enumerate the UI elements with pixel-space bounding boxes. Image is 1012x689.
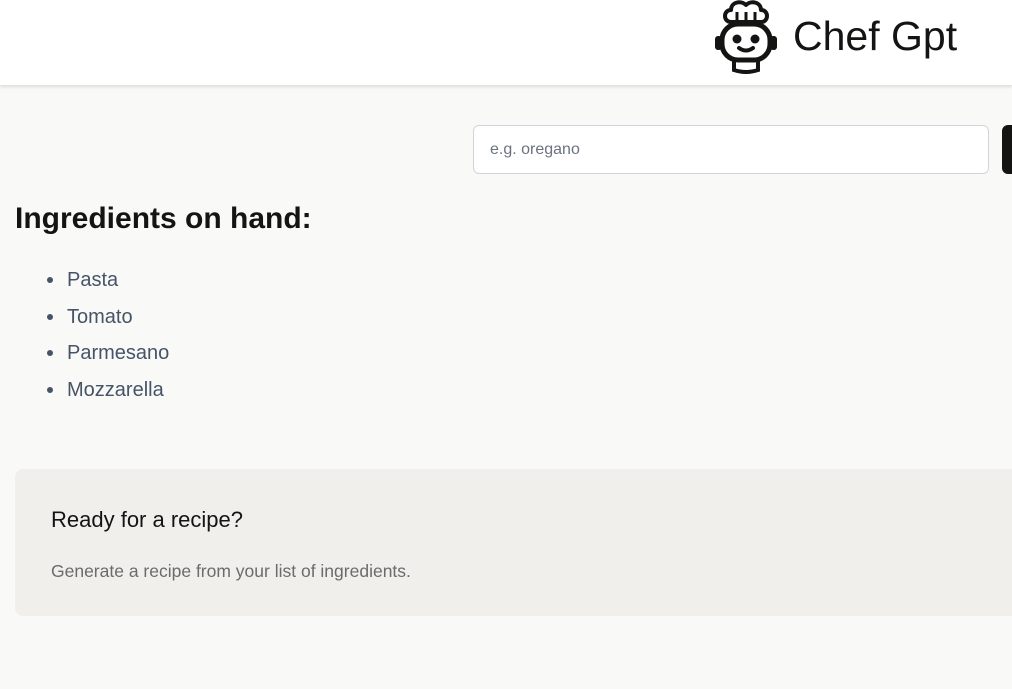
ingredient-input[interactable]: [473, 125, 989, 174]
ingredient-list: Pasta Tomato Parmesano Mozzarella: [15, 262, 169, 408]
app-header: Chef Gpt: [0, 0, 1012, 86]
list-item: Parmesano: [46, 335, 169, 372]
brand-title: Chef Gpt: [793, 13, 958, 59]
add-ingredient-button[interactable]: [1002, 125, 1012, 174]
recipe-cta-description: Generate a recipe from your list of ingr…: [51, 561, 411, 581]
chef-robot-icon: [715, 0, 777, 74]
list-item: Tomato: [46, 299, 169, 336]
recipe-cta-title: Ready for a recipe?: [51, 507, 243, 532]
list-item: Pasta: [46, 262, 169, 299]
ingredients-heading: Ingredients on hand:: [15, 202, 312, 235]
list-item: Mozzarella: [46, 372, 169, 409]
recipe-cta-panel: Ready for a recipe? Generate a recipe fr…: [15, 469, 1012, 616]
